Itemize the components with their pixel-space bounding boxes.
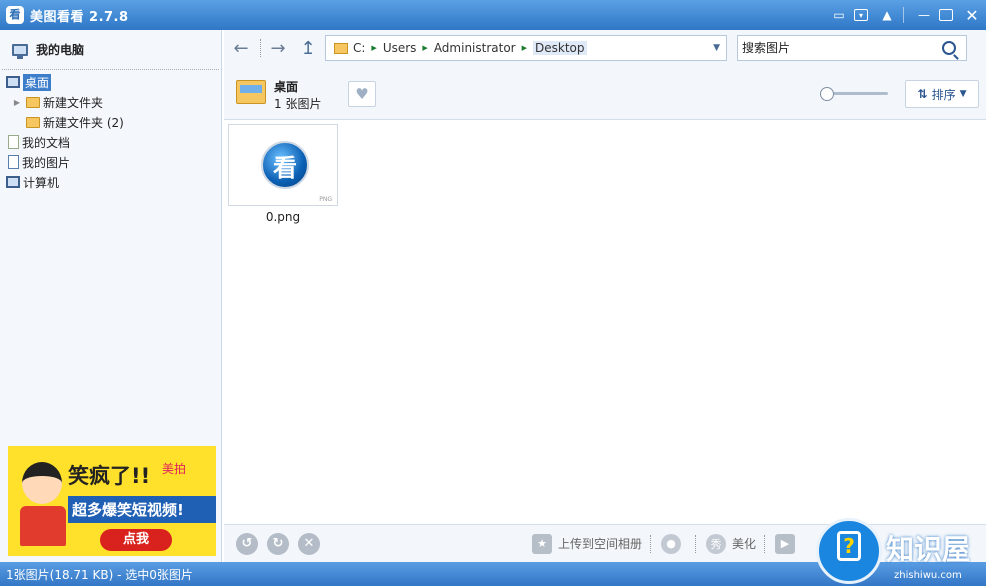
folder-icon xyxy=(26,116,40,128)
back-arrow-icon[interactable]: ← xyxy=(230,37,252,59)
current-folder-name: 桌面 xyxy=(274,80,299,94)
ad-brand: 美拍 xyxy=(162,462,187,476)
tree-item-label: 我的文档 xyxy=(22,135,71,150)
slideshow-icon: ▶ xyxy=(775,533,796,554)
image-count: 1 张图片 xyxy=(274,97,322,111)
minimize-icon[interactable]: — xyxy=(914,5,934,25)
path-dropdown-icon[interactable]: ▼ xyxy=(713,43,720,53)
ad-cta-button[interactable]: 点我 xyxy=(100,529,172,551)
address-bar[interactable]: C: ▶ Users ▶ Administrator ▶ Desktop ▼ xyxy=(325,35,727,61)
folder-icon xyxy=(26,96,40,108)
ad-banner[interactable]: 笑疯了!! 美拍 超多爆笑短视频! 点我 xyxy=(8,446,216,556)
upload-album-button[interactable]: ★ 上传到空间相册 xyxy=(532,533,643,554)
thumbnail-grid: 看 PNG 0.png xyxy=(224,120,986,524)
desktop-icon xyxy=(6,76,20,88)
folder-icon xyxy=(334,42,348,54)
tree-item-label: 新建文件夹 xyxy=(43,95,104,110)
tree-item-my-pictures[interactable]: 我的图片 xyxy=(0,152,221,172)
folder-tree: 桌面 ▶ 新建文件夹 新建文件夹 (2) 我的文档 我的图片 计算机 xyxy=(0,70,221,192)
rotate-left-icon[interactable]: ↺ xyxy=(236,532,258,555)
beautify-icon: 秀 xyxy=(706,533,727,554)
thumbnail-image: 看 xyxy=(259,139,311,191)
tree-item-new-folder-2[interactable]: 新建文件夹 (2) xyxy=(0,112,221,132)
status-text: 1张图片(18.71 KB) - 选中0张图片 xyxy=(6,567,193,582)
window-controls: ▭ ▾ ▲ — ✕ xyxy=(825,5,982,25)
sidebar-header-label: 我的电脑 xyxy=(36,43,85,57)
weibo-icon: ● xyxy=(661,533,682,554)
tree-item-desktop[interactable]: 桌面 xyxy=(0,72,221,92)
my-computer-icon xyxy=(12,43,28,59)
app-title: 美图看看 2.7.8 xyxy=(30,9,129,25)
thumbnail-item[interactable]: 看 PNG xyxy=(228,124,338,206)
toolbar-separator xyxy=(764,534,766,553)
watermark-question-icon: ? xyxy=(816,518,882,584)
favorite-heart-icon[interactable]: ♥ xyxy=(348,81,376,107)
dropdown-icon[interactable]: ▾ xyxy=(854,9,868,21)
document-icon xyxy=(8,135,19,149)
upload-album-label: 上传到空间相册 xyxy=(558,537,643,551)
maximize-icon[interactable] xyxy=(939,9,953,21)
delete-icon[interactable]: ✕ xyxy=(298,532,320,555)
ad-headline: 笑疯了!! xyxy=(68,464,151,488)
up-folder-icon[interactable]: ↥ xyxy=(297,37,319,59)
ad-character-image xyxy=(12,456,70,552)
nav-separator xyxy=(260,39,261,57)
beautify-button[interactable]: 秀 美化 xyxy=(706,533,757,554)
current-folder-icon xyxy=(236,80,266,104)
file-type-badge: PNG xyxy=(319,196,332,203)
navigation-bar: ← → ↥ C: ▶ Users ▶ Administrator ▶ Desktop … xyxy=(224,30,986,66)
sort-icon: ⇅ xyxy=(917,87,928,101)
expand-arrow-icon[interactable]: ▶ xyxy=(12,98,22,107)
breadcrumb-users[interactable]: ▶ Users xyxy=(365,41,416,55)
beautify-label: 美化 xyxy=(732,537,757,551)
close-icon[interactable]: ✕ xyxy=(962,5,982,25)
tree-item-label: 我的图片 xyxy=(22,155,71,170)
search-input[interactable] xyxy=(742,41,938,55)
tree-item-label: 桌面 xyxy=(23,73,52,91)
watermark-brand: 知识屋 xyxy=(886,533,971,566)
message-icon[interactable]: ▭ xyxy=(829,5,849,25)
breadcrumb-drive[interactable]: C: xyxy=(353,41,365,55)
watermark-url: zhishiwu.com xyxy=(894,570,962,581)
tree-item-label: 计算机 xyxy=(23,175,60,190)
sidebar: 我的电脑 桌面 ▶ 新建文件夹 新建文件夹 (2) 我的文档 我的图片 计算机 xyxy=(0,30,222,562)
search-icon[interactable] xyxy=(942,41,956,55)
sidebar-header[interactable]: 我的电脑 xyxy=(2,30,219,70)
zoom-slider[interactable] xyxy=(814,87,888,101)
zoom-slider-knob[interactable] xyxy=(820,87,834,101)
folder-info-bar: 桌面 1 张图片 ♥ ⇅ 排序 ▼ xyxy=(224,66,986,120)
upload-album-icon: ★ xyxy=(532,533,552,554)
tree-item-new-folder[interactable]: ▶ 新建文件夹 xyxy=(0,92,221,112)
tree-item-label: 新建文件夹 (2) xyxy=(43,115,124,130)
main-panel: ← → ↥ C: ▶ Users ▶ Administrator ▶ Desktop … xyxy=(224,30,986,562)
watermark-logo: ? 知识屋 zhishiwu.com xyxy=(812,514,986,586)
pictures-icon xyxy=(8,155,19,169)
app-logo-icon: 看 xyxy=(6,6,24,24)
toolbar-separator xyxy=(695,534,697,553)
thumbnail-filename[interactable]: 0.png xyxy=(228,210,338,224)
sort-label: 排序 xyxy=(931,87,956,102)
search-box xyxy=(737,35,967,61)
forward-arrow-icon[interactable]: → xyxy=(267,37,289,59)
tree-item-my-documents[interactable]: 我的文档 xyxy=(0,132,221,152)
ad-tagline: 超多爆笑短视频! xyxy=(68,496,216,523)
rotate-right-icon[interactable]: ↻ xyxy=(267,532,289,555)
toolbar-separator xyxy=(650,534,652,553)
breadcrumb-administrator[interactable]: ▶ Administrator xyxy=(416,41,515,55)
slideshow-button[interactable]: ▶ xyxy=(775,533,801,554)
title-separator xyxy=(903,7,904,23)
weibo-share-button[interactable]: ● xyxy=(661,533,687,554)
computer-icon xyxy=(6,176,20,188)
title-bar: 看 美图看看 2.7.8 ▭ ▾ ▲ — ✕ xyxy=(0,0,986,30)
chevron-down-icon: ▼ xyxy=(959,89,967,99)
meitu-kankan-logo-icon: 看 xyxy=(261,141,309,189)
skin-icon[interactable]: ▲ xyxy=(877,5,897,25)
tree-item-computer[interactable]: 计算机 xyxy=(0,172,221,192)
sort-button[interactable]: ⇅ 排序 ▼ xyxy=(905,80,979,108)
breadcrumb-desktop[interactable]: ▶ Desktop xyxy=(516,41,587,55)
